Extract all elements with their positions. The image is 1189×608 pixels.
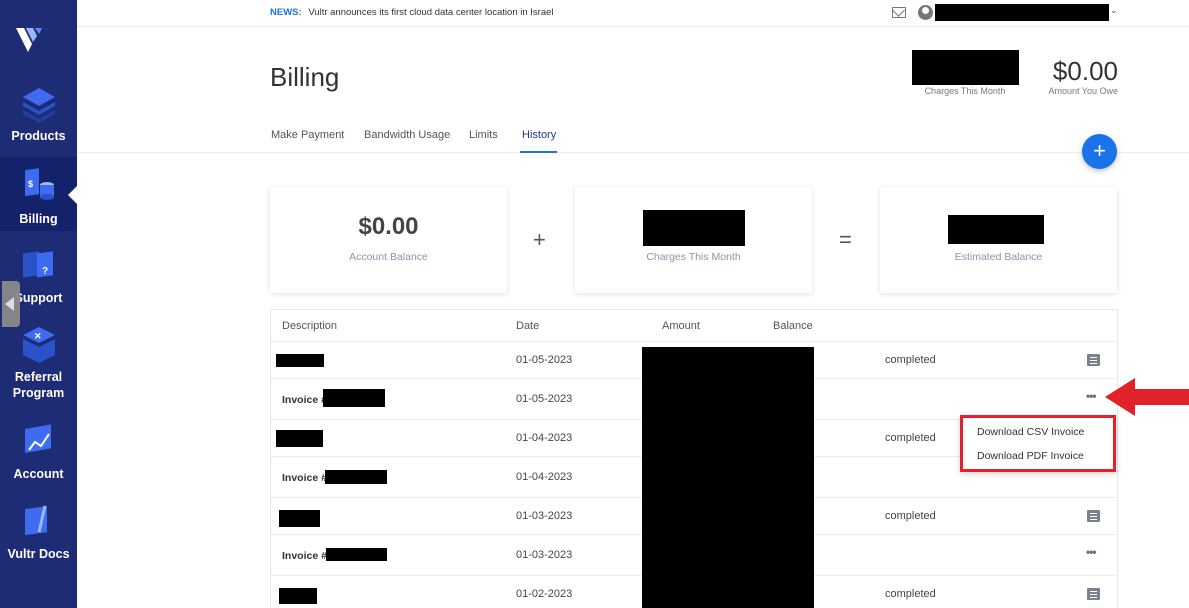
tab-bandwidth-usage[interactable]: Bandwidth Usage (364, 129, 450, 141)
invoice-label: Invoice # (282, 394, 327, 406)
products-icon (22, 88, 55, 123)
active-tab-underline (520, 151, 557, 153)
svg-text:$: $ (28, 179, 33, 189)
document-icon[interactable] (1087, 510, 1100, 522)
column-header-balance[interactable]: Balance (773, 320, 813, 332)
row-date: 01-03-2023 (516, 510, 573, 522)
equals-operator: = (839, 227, 852, 252)
amount-owed-caption: Amount You Owe (1048, 86, 1118, 96)
row-date: 01-02-2023 (516, 588, 573, 600)
sidebar-item-label: Products (11, 129, 66, 143)
row-status: completed (885, 432, 936, 444)
invoice-number-redacted (323, 389, 385, 407)
news-banner[interactable]: NEWS: Vultr announces its first cloud da… (270, 7, 554, 18)
collapse-sidebar-handle[interactable] (2, 281, 20, 327)
sidebar-item-account[interactable]: Account (0, 422, 77, 482)
description-redacted (279, 588, 317, 604)
invoice-number-redacted (325, 470, 387, 484)
invoice-label: Invoice # (282, 472, 327, 484)
sidebar-item-label: Referral Program (12, 370, 65, 400)
docs-icon (24, 505, 47, 536)
charges-caption: Charges This Month (646, 251, 741, 263)
tab-limits[interactable]: Limits (469, 129, 498, 141)
username-redacted[interactable] (935, 4, 1109, 21)
active-indicator (68, 186, 77, 204)
user-avatar-icon[interactable] (918, 5, 933, 20)
row-date: 01-04-2023 (516, 432, 573, 444)
description-redacted (276, 354, 324, 367)
column-header-amount[interactable]: Amount (662, 320, 700, 332)
sidebar-item-label: Billing (19, 212, 58, 226)
top-bar: NEWS: Vultr announces its first cloud da… (77, 0, 1189, 27)
red-arrow-annotation-icon (1105, 378, 1189, 416)
download-csv-invoice[interactable]: Download CSV Invoice (977, 426, 1084, 438)
estimated-value-redacted (948, 215, 1044, 244)
description-redacted (276, 430, 323, 447)
tab-history[interactable]: History (522, 129, 556, 141)
sidebar-item-label: Vultr Docs (7, 547, 70, 561)
row-date: 01-05-2023 (516, 393, 573, 405)
charges-this-month-card: Charges This Month (575, 187, 812, 293)
column-header-description[interactable]: Description (282, 320, 337, 332)
billing-icon: $ (24, 168, 54, 200)
tab-make-payment[interactable]: Make Payment (271, 129, 344, 141)
amount-owed: $0.00 (1052, 56, 1118, 86)
row-status: completed (885, 354, 936, 366)
account-icon (24, 424, 51, 453)
sidebar-item-referral-program[interactable]: ✕ Referral Program (0, 325, 77, 401)
invoice-download-menu: Download CSV Invoice Download PDF Invoic… (960, 415, 1116, 472)
account-balance-value: $0.00 (358, 213, 419, 240)
document-icon[interactable] (1087, 588, 1100, 600)
sidebar: Products $ Billing ? Support ✕ Referral … (0, 0, 77, 608)
plus-operator: + (533, 227, 546, 252)
document-icon[interactable] (1087, 354, 1100, 366)
page-title: Billing (270, 62, 340, 92)
download-pdf-invoice[interactable]: Download PDF Invoice (977, 450, 1084, 462)
amount-balance-redacted (642, 347, 814, 608)
row-date: 01-04-2023 (516, 471, 573, 483)
sidebar-item-products[interactable]: Products (0, 84, 77, 144)
vultr-logo-icon[interactable] (14, 22, 46, 54)
account-balance-caption: Account Balance (349, 251, 428, 263)
charges-this-month-redacted (912, 50, 1019, 85)
chevron-down-icon[interactable]: ⌄ (1110, 5, 1118, 16)
account-balance-card: $0.00 Account Balance (270, 187, 507, 293)
description-redacted (279, 510, 320, 527)
more-options-icon[interactable]: ••• (1086, 389, 1097, 403)
svg-text:✕: ✕ (34, 331, 42, 341)
referral-icon: ✕ (22, 327, 55, 363)
charges-value-redacted (643, 210, 745, 246)
news-text[interactable]: Vultr announces its first cloud data cen… (308, 7, 553, 18)
svg-text:?: ? (42, 266, 48, 277)
row-status: completed (885, 510, 936, 522)
sidebar-item-billing[interactable]: $ Billing (0, 157, 77, 231)
row-date: 01-05-2023 (516, 354, 573, 366)
sidebar-item-label: Account (13, 467, 64, 481)
support-icon: ? (22, 251, 53, 278)
add-button[interactable]: + (1082, 134, 1117, 169)
invoice-label: Invoice # (282, 550, 327, 562)
sidebar-item-vultr-docs[interactable]: Vultr Docs (0, 502, 77, 562)
row-status: completed (885, 588, 936, 600)
mail-icon[interactable] (892, 7, 906, 18)
invoice-number-redacted (326, 548, 387, 561)
charges-this-month-caption: Charges This Month (924, 86, 1006, 96)
news-label: NEWS: (270, 7, 302, 18)
column-header-date[interactable]: Date (516, 320, 539, 332)
estimated-caption: Estimated Balance (954, 251, 1043, 263)
row-date: 01-03-2023 (516, 549, 573, 561)
estimated-balance-card: Estimated Balance (880, 187, 1117, 293)
more-options-icon[interactable]: ••• (1086, 545, 1097, 559)
tab-divider (77, 152, 1189, 153)
